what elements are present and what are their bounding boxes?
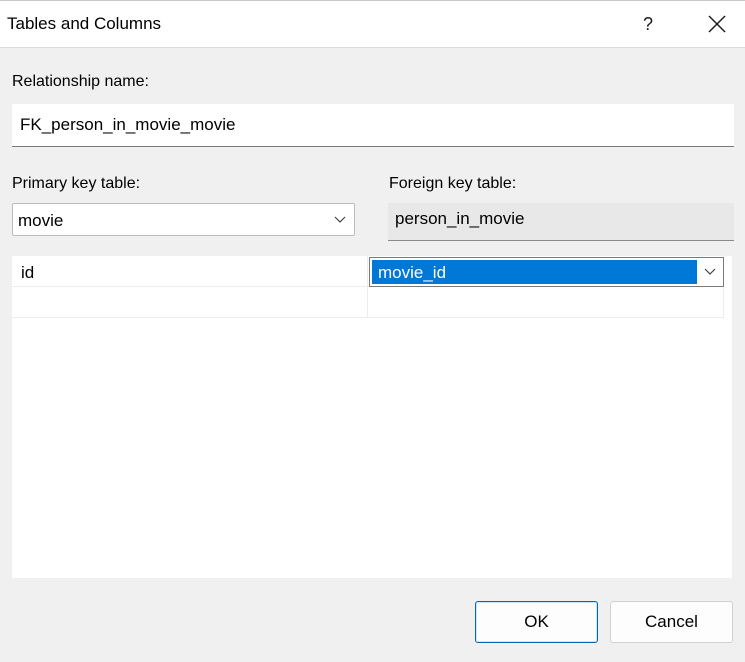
close-button[interactable] bbox=[694, 1, 740, 47]
chevron-down-icon bbox=[334, 216, 346, 223]
primary-column-cell[interactable] bbox=[12, 287, 368, 318]
chevron-down-icon bbox=[704, 268, 716, 275]
ok-button[interactable]: OK bbox=[475, 601, 598, 643]
foreign-column-cell[interactable]: movie_id bbox=[368, 256, 724, 287]
column-mapping-grid: id movie_id bbox=[12, 256, 732, 578]
close-icon bbox=[708, 15, 726, 33]
grid-row bbox=[12, 287, 724, 318]
grid-row: id movie_id bbox=[12, 256, 724, 287]
relationship-name-label: Relationship name: bbox=[12, 73, 149, 90]
dialog-title: Tables and Columns bbox=[7, 14, 162, 33]
foreign-column-cell[interactable] bbox=[368, 287, 724, 318]
primary-key-table-select[interactable]: movie bbox=[12, 203, 355, 236]
foreign-key-table-value: person_in_movie bbox=[395, 209, 525, 228]
tables-and-columns-dialog: Tables and Columns ? Relationship name: … bbox=[0, 0, 745, 662]
foreign-column-select[interactable]: movie_id bbox=[369, 257, 724, 287]
foreign-key-table-label: Foreign key table: bbox=[389, 175, 517, 192]
primary-column-value: id bbox=[21, 263, 35, 282]
selection-highlight: movie_id bbox=[372, 260, 697, 284]
primary-key-table-value: movie bbox=[18, 211, 64, 230]
foreign-column-value: movie_id bbox=[378, 263, 447, 282]
foreign-key-table-field: person_in_movie bbox=[388, 203, 734, 241]
title-bar: Tables and Columns ? bbox=[0, 1, 745, 48]
relationship-name-input[interactable] bbox=[12, 104, 734, 147]
help-icon: ? bbox=[642, 13, 653, 34]
primary-key-table-label: Primary key table: bbox=[12, 175, 141, 192]
cancel-button[interactable]: Cancel bbox=[610, 601, 733, 643]
primary-column-cell[interactable]: id bbox=[12, 256, 368, 287]
help-button[interactable]: ? bbox=[625, 1, 671, 47]
